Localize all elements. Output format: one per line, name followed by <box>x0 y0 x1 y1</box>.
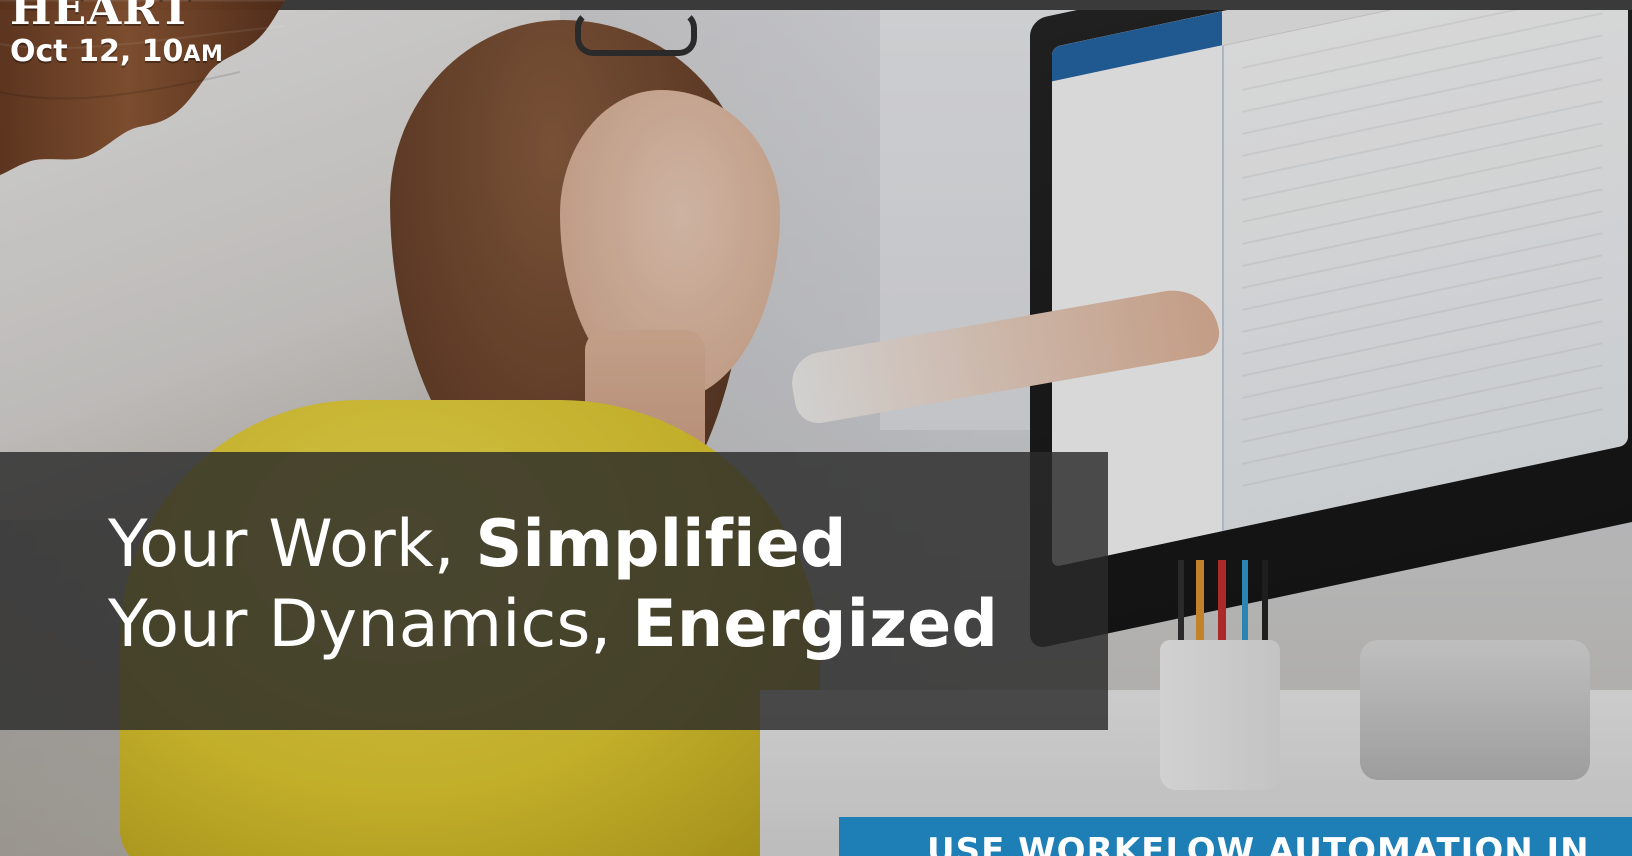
workflow-cta-label: USE WORKFLOW AUTOMATION IN <box>927 831 1590 856</box>
event-date-suffix: AM <box>183 42 224 67</box>
event-date-main: Oct 12, 10 <box>10 34 184 69</box>
event-badge[interactable]: HEART Oct 12, 10AM <box>0 0 285 175</box>
hero-banner-page: HEART Oct 12, 10AM Your Work, Simplified… <box>0 0 1632 856</box>
headline-line-2: Your Dynamics, Energized <box>108 585 998 665</box>
hero-headline: Your Work, Simplified Your Dynamics, Ene… <box>108 505 998 665</box>
headline-line-1: Your Work, Simplified <box>108 505 998 585</box>
event-title: HEART <box>10 0 193 35</box>
headline-line-2-regular: Your Dynamics, <box>108 587 633 662</box>
headline-line-1-regular: Your Work, <box>108 507 476 582</box>
headline-line-2-bold: Energized <box>632 587 999 662</box>
headline-line-1-bold: Simplified <box>475 507 847 582</box>
workflow-cta-banner[interactable]: USE WORKFLOW AUTOMATION IN <box>839 817 1632 856</box>
event-date: Oct 12, 10AM <box>10 34 223 69</box>
